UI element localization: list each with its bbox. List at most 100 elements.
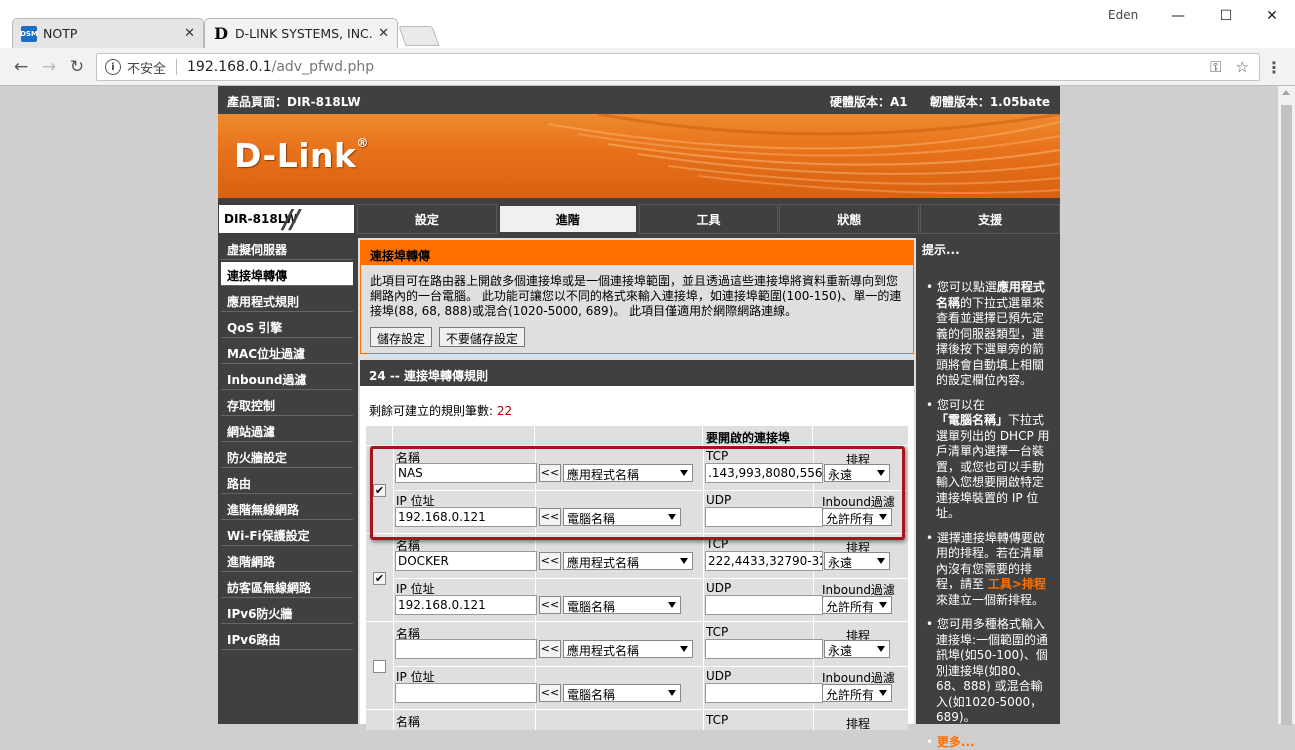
app-name-select[interactable]: 應用程式名稱 (563, 552, 693, 570)
address-bar[interactable]: i 不安全 192.168.0.1/adv_pfwd.php ⚿ ☆ (96, 53, 1260, 81)
rule-name-input[interactable] (395, 639, 537, 659)
page-scrollbar[interactable] (1278, 86, 1295, 724)
close-window-icon[interactable]: ✕ (1254, 4, 1290, 28)
minimize-icon[interactable]: — (1160, 4, 1196, 28)
back-arrow-icon[interactable]: ← (10, 56, 32, 78)
sidebar-item-port-forwarding[interactable]: 連接埠轉傳 (221, 262, 353, 286)
rules-section: 24 -- 連接埠轉傳規則 剩餘可建立的規則筆數: 22 要開啟的連接埠 (360, 360, 914, 724)
sidebar-item-ipv6-routing[interactable]: IPv6路由 (221, 626, 353, 650)
maximize-icon[interactable]: ☐ (1208, 4, 1244, 28)
chevron-down-icon (680, 558, 688, 564)
pc-name-select[interactable]: 電腦名稱 (563, 684, 681, 702)
app-name-select[interactable]: 應用程式名稱 (563, 640, 693, 658)
sidebar-item-guest-zone[interactable]: 訪客區無線網路 (221, 574, 353, 598)
inbound-value: 允許所有 (826, 600, 874, 614)
browser-menu-icon[interactable]: ⋮ (1266, 58, 1282, 77)
tcp-label: TCP (706, 625, 728, 639)
tcp-ports-input[interactable]: 222,4433,32790-3279 (705, 551, 823, 571)
pc-picker-button[interactable]: << (539, 684, 561, 702)
sidebar-item-routing[interactable]: 路由 (221, 470, 353, 494)
key-icon[interactable]: ⚿ (1210, 58, 1221, 76)
product-label: 產品頁面：DIR-818LW (227, 93, 361, 110)
hint-item: • 您可以在「電腦名稱」下拉式選單列出的 DHCP 用戶清單內選擇一台裝置，或您… (918, 398, 1060, 522)
sidebar-item-website-filter[interactable]: 網站過濾 (221, 418, 353, 442)
hw-version: 硬體版本：A1 (830, 95, 908, 109)
tab-notp[interactable]: DSM NOTP ✕ (12, 18, 204, 48)
tab-title: D-LINK SYSTEMS, INC. (235, 26, 372, 41)
tab-tools[interactable]: 工具 (639, 204, 779, 234)
chevron-down-icon (680, 646, 688, 652)
inbound-select[interactable]: 允許所有 (822, 684, 892, 702)
dont-save-button[interactable]: 不要儲存設定 (439, 327, 525, 347)
udp-ports-input[interactable] (705, 683, 823, 703)
model-box: DIR-818LW // (218, 204, 355, 234)
tab-setup[interactable]: 設定 (357, 204, 497, 234)
app-select-value: 應用程式名稱 (567, 556, 639, 570)
inbound-select[interactable]: 允許所有 (822, 596, 892, 614)
schedule-link[interactable]: 工具>排程 (988, 577, 1046, 591)
tab-advanced[interactable]: 進階 (498, 204, 638, 234)
chevron-down-icon (879, 602, 887, 608)
reload-icon[interactable]: ↻ (66, 56, 88, 78)
app-picker-button[interactable]: << (539, 552, 561, 570)
sidebar-item-application-rules[interactable]: 應用程式規則 (221, 288, 353, 312)
sidebar-item-mac-filter[interactable]: MAC位址過濾 (221, 340, 353, 364)
rule-name-input[interactable]: DOCKER (395, 551, 537, 571)
router-page: 產品頁面：DIR-818LW 硬體版本：A1 韌體版本：1.05bate D-L… (218, 86, 1060, 724)
dlink-favicon-icon: D (213, 26, 229, 42)
logo-text: D-Link (234, 136, 356, 175)
name-label: 名稱 (396, 713, 420, 730)
bookmark-star-icon[interactable]: ☆ (1236, 58, 1249, 76)
url-path: /adv_pfwd.php (272, 59, 374, 75)
pc-select-value: 電腦名稱 (567, 688, 615, 702)
main-nav: 設定 進階 工具 狀態 支援 (356, 204, 1060, 234)
sidebar-item-inbound-filter[interactable]: Inbound過濾 (221, 366, 353, 390)
tcp-ports-input[interactable] (705, 639, 823, 659)
forward-arrow-icon[interactable]: → (38, 56, 60, 78)
pc-name-select[interactable]: 電腦名稱 (563, 596, 681, 614)
dlink-banner: D-Link® (218, 114, 1060, 202)
rule-enable-checkbox[interactable] (373, 660, 386, 673)
udp-ports-input[interactable] (705, 595, 823, 615)
sidebar-item-advanced-network[interactable]: 進階網路 (221, 548, 353, 572)
open-ports-header: 要開啟的連接埠 (703, 426, 813, 445)
sidebar-item-access-control[interactable]: 存取控制 (221, 392, 353, 416)
router-topbar: 產品頁面：DIR-818LW 硬體版本：A1 韌體版本：1.05bate (218, 86, 1060, 114)
sidebar-item-advanced-wireless[interactable]: 進階無線網路 (221, 496, 353, 520)
browser-toolbar: ← → ↻ i 不安全 192.168.0.1/adv_pfwd.php ⚿ ☆… (0, 48, 1295, 86)
more-link[interactable]: 更多... (937, 735, 975, 749)
new-tab-button[interactable] (398, 26, 439, 46)
pc-picker-button[interactable]: << (539, 596, 561, 614)
rules-table-header: 要開啟的連接埠 (366, 426, 908, 446)
chevron-down-icon (877, 646, 885, 652)
info-icon[interactable]: i (105, 59, 121, 75)
profile-name[interactable]: Eden (1108, 8, 1138, 22)
table-row: 名稱 << 應用程式名稱 TCP 排程 永遠 IP 位址 << 電腦名稱 UDP… (366, 622, 908, 710)
app-select-value: 應用程式名稱 (567, 644, 639, 658)
sidebar-item-ipv6-firewall[interactable]: IPv6防火牆 (221, 600, 353, 624)
sidebar-item-virtual-server[interactable]: 虛擬伺服器 (221, 236, 353, 260)
chevron-down-icon (668, 690, 676, 696)
intro-title: 連接埠轉傳 (361, 241, 913, 265)
rule-ip-input[interactable] (395, 683, 537, 703)
rule-ip-input[interactable]: 192.168.0.121 (395, 595, 537, 615)
tab-close-icon[interactable]: ✕ (378, 26, 389, 41)
save-settings-button[interactable]: 儲存設定 (370, 327, 432, 347)
tab-close-icon[interactable]: ✕ (184, 26, 195, 41)
hints-title: 提示... (918, 236, 1060, 258)
schedule-select[interactable]: 永遠 (824, 640, 890, 658)
scroll-up-arrow-icon[interactable] (1282, 90, 1290, 95)
sidebar-item-wps[interactable]: Wi-Fi保護設定 (221, 522, 353, 546)
remaining-count: 22 (497, 404, 512, 418)
app-picker-button[interactable]: << (539, 640, 561, 658)
tab-status[interactable]: 狀態 (779, 204, 919, 234)
schedule-select[interactable]: 永遠 (824, 552, 890, 570)
url-host: 192.168.0.1 (187, 59, 272, 75)
tab-dlink[interactable]: D D-LINK SYSTEMS, INC. ✕ (204, 18, 398, 48)
sidebar-item-qos[interactable]: QoS 引擎 (221, 314, 353, 338)
scrollbar-thumb[interactable] (1281, 105, 1292, 725)
sidebar-item-firewall[interactable]: 防火牆設定 (221, 444, 353, 468)
tab-support[interactable]: 支援 (920, 204, 1060, 234)
rule-enable-checkbox[interactable]: ✔ (373, 572, 386, 585)
remaining-label: 剩餘可建立的規則筆數: (369, 404, 493, 418)
